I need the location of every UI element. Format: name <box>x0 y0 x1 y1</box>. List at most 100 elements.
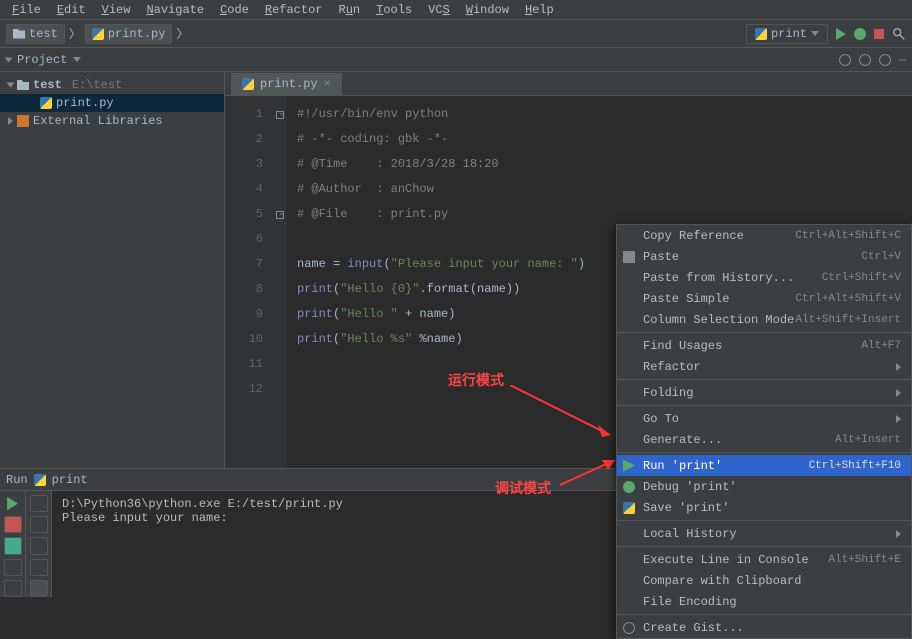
down-button[interactable] <box>30 516 48 533</box>
stop-button[interactable] <box>4 516 22 533</box>
collapse-all-icon[interactable] <box>859 54 871 66</box>
python-icon <box>40 97 52 109</box>
fold-icon[interactable] <box>276 111 284 119</box>
python-icon <box>242 78 254 90</box>
tree-file-label: print.py <box>56 96 114 110</box>
gear-icon[interactable] <box>879 54 891 66</box>
stop-button[interactable] <box>874 29 884 39</box>
python-icon <box>755 28 767 40</box>
menu-file[interactable]: File <box>4 1 49 19</box>
run-config-selector[interactable]: print <box>746 24 828 44</box>
menu-debug-print[interactable]: Debug 'print' <box>617 476 911 497</box>
fold-icon[interactable] <box>276 211 284 219</box>
chevron-down-icon[interactable] <box>73 57 81 62</box>
bug-icon <box>623 481 635 493</box>
tree-file[interactable]: print.py <box>0 94 224 112</box>
print-button[interactable] <box>30 580 48 597</box>
menu-generate[interactable]: Generate...Alt+Insert <box>617 429 911 450</box>
play-icon <box>623 460 635 472</box>
run-config-label: print <box>771 27 807 41</box>
search-icon[interactable] <box>892 27 906 41</box>
menu-help[interactable]: Help <box>517 1 562 19</box>
menu-run[interactable]: Run <box>331 1 369 19</box>
menu-paste-history[interactable]: Paste from History...Ctrl+Shift+V <box>617 267 911 288</box>
editor-tabs: print.py × <box>225 72 912 96</box>
menu-window[interactable]: Window <box>458 1 517 19</box>
menu-create-gist[interactable]: Create Gist... <box>617 617 911 638</box>
menu-tools[interactable]: Tools <box>368 1 420 19</box>
menu-bar: File Edit View Navigate Code Refactor Ru… <box>0 0 912 20</box>
pause-button[interactable] <box>4 537 22 554</box>
tree-external-label: External Libraries <box>33 114 163 128</box>
tree-root[interactable]: test E:\test <box>0 76 224 94</box>
project-title: Project <box>17 53 67 67</box>
breadcrumb-separator: 〉 <box>69 25 81 42</box>
tree-root-path: E:\test <box>72 78 122 92</box>
toolbar-right: print <box>746 24 906 44</box>
breadcrumb-file-label: print.py <box>108 27 166 41</box>
run-button[interactable] <box>836 28 846 40</box>
menu-execute-line[interactable]: Execute Line in ConsoleAlt+Shift+E <box>617 549 911 570</box>
project-collapse-icon[interactable] <box>5 57 13 62</box>
tree-arrow-icon <box>8 117 13 125</box>
submenu-arrow-icon <box>896 415 901 423</box>
submenu-arrow-icon <box>896 389 901 397</box>
navigation-bar: test 〉 print.py 〉 print <box>0 20 912 48</box>
tool-button[interactable] <box>4 559 22 576</box>
folder-icon <box>17 80 29 90</box>
fold-column <box>273 96 287 468</box>
menu-navigate[interactable]: Navigate <box>138 1 212 19</box>
console-tools-right <box>26 491 52 597</box>
menu-paste-simple[interactable]: Paste SimpleCtrl+Alt+Shift+V <box>617 288 911 309</box>
tool-button[interactable] <box>4 580 22 597</box>
menu-edit[interactable]: Edit <box>49 1 94 19</box>
project-toolbar: Project — <box>0 48 912 72</box>
breadcrumb: test 〉 print.py 〉 <box>6 24 188 44</box>
submenu-arrow-icon <box>896 530 901 538</box>
menu-code[interactable]: Code <box>212 1 257 19</box>
run-target-label: print <box>52 473 88 487</box>
submenu-arrow-icon <box>896 363 901 371</box>
menu-view[interactable]: View <box>94 1 139 19</box>
project-tree: test E:\test print.py External Libraries <box>0 72 225 468</box>
menu-find-usages[interactable]: Find UsagesAlt+F7 <box>617 335 911 356</box>
rerun-button[interactable] <box>4 495 22 512</box>
scroll-end-button[interactable] <box>30 559 48 576</box>
menu-file-encoding[interactable]: File Encoding <box>617 591 911 612</box>
run-tab-label[interactable]: Run <box>6 473 28 487</box>
up-button[interactable] <box>30 495 48 512</box>
breadcrumb-folder[interactable]: test <box>6 24 65 44</box>
menu-folding[interactable]: Folding <box>617 382 911 403</box>
close-icon[interactable]: × <box>324 77 331 91</box>
menu-column-selection[interactable]: Column Selection ModeAlt+Shift+Insert <box>617 309 911 330</box>
menu-compare-clipboard[interactable]: Compare with Clipboard <box>617 570 911 591</box>
editor-tab[interactable]: print.py × <box>231 73 342 95</box>
line-gutter: 123456789101112 <box>225 96 273 468</box>
console-tools-left <box>0 491 26 597</box>
github-icon <box>623 622 635 634</box>
tree-external-libs[interactable]: External Libraries <box>0 112 224 130</box>
scroll-to-source-icon[interactable] <box>839 54 851 66</box>
folder-icon <box>13 29 25 39</box>
menu-run-print[interactable]: Run 'print'Ctrl+Shift+F10 <box>617 455 911 476</box>
context-menu: Copy ReferenceCtrl+Alt+Shift+C PasteCtrl… <box>616 224 912 639</box>
tab-label: print.py <box>260 77 318 91</box>
breadcrumb-file[interactable]: print.py <box>85 24 173 44</box>
menu-paste[interactable]: PasteCtrl+V <box>617 246 911 267</box>
menu-copy-reference[interactable]: Copy ReferenceCtrl+Alt+Shift+C <box>617 225 911 246</box>
menu-refactor[interactable]: Refactor <box>257 1 331 19</box>
menu-refactor[interactable]: Refactor <box>617 356 911 377</box>
python-icon <box>623 502 635 514</box>
menu-goto[interactable]: Go To <box>617 408 911 429</box>
python-icon <box>34 474 46 486</box>
soft-wrap-button[interactable] <box>30 537 48 554</box>
menu-local-history[interactable]: Local History <box>617 523 911 544</box>
debug-button[interactable] <box>854 28 866 40</box>
hide-icon[interactable]: — <box>899 53 906 67</box>
chevron-down-icon <box>811 31 819 36</box>
menu-save-print[interactable]: Save 'print' <box>617 497 911 518</box>
menu-vcs[interactable]: VCS <box>420 1 458 19</box>
breadcrumb-folder-label: test <box>29 27 58 41</box>
tree-root-label: test <box>33 78 62 92</box>
breadcrumb-separator: 〉 <box>176 25 188 42</box>
